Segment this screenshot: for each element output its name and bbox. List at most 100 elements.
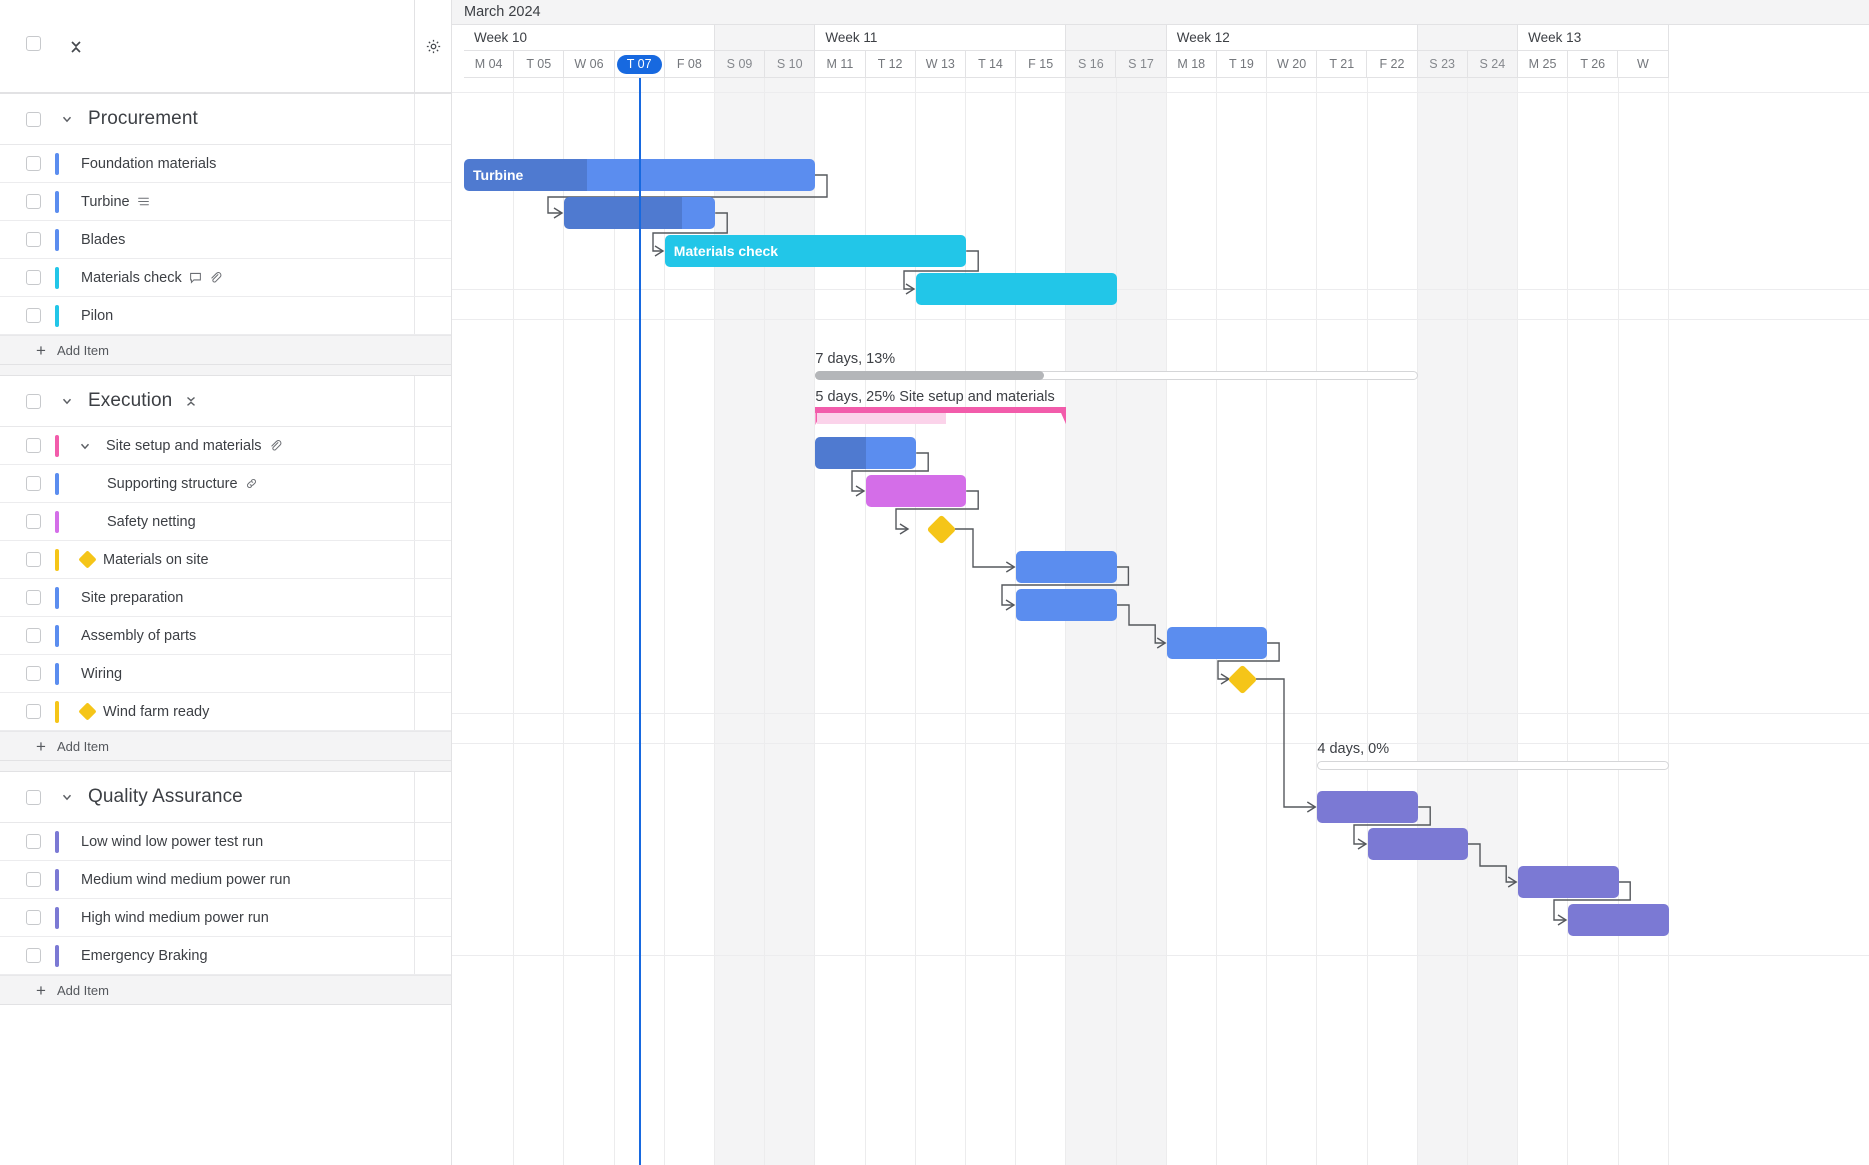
gantt-bar[interactable] <box>1016 551 1117 583</box>
table-row[interactable]: Pilon <box>0 297 451 335</box>
row-checkbox[interactable] <box>26 628 41 643</box>
row-color-swatch <box>55 586 59 609</box>
day-header-cell[interactable]: T 07 <box>614 51 665 78</box>
gantt-bar[interactable]: Materials check <box>664 235 966 267</box>
table-row[interactable]: Wiring <box>0 655 451 693</box>
day-header-cell[interactable]: S 24 <box>1467 51 1518 78</box>
row-checkbox[interactable] <box>26 476 41 491</box>
table-row[interactable]: Wind farm ready <box>0 693 451 731</box>
group-header[interactable]: Quality Assurance <box>0 771 451 823</box>
notes-icon[interactable] <box>137 195 150 208</box>
gantt-bar[interactable] <box>1317 791 1418 823</box>
row-checkbox[interactable] <box>26 910 41 925</box>
gantt-bar[interactable] <box>865 475 966 507</box>
table-row[interactable]: Foundation materials <box>0 145 451 183</box>
table-row[interactable]: Supporting structure <box>0 465 451 503</box>
timeline-pane[interactable]: March 2024 Week 10 Week 11 Week 12 Week 13 … <box>452 0 1869 1165</box>
day-header-cell[interactable]: M 18 <box>1166 51 1217 78</box>
gantt-bar[interactable] <box>815 437 916 469</box>
gantt-bar[interactable] <box>1568 904 1669 936</box>
table-row[interactable]: Blades <box>0 221 451 259</box>
group-checkbox[interactable] <box>26 111 41 127</box>
day-header-cell[interactable]: W <box>1618 51 1669 78</box>
table-row[interactable]: Site setup and materials <box>0 427 451 465</box>
day-header-cell[interactable]: T 26 <box>1568 51 1619 78</box>
gantt-bar[interactable] <box>915 273 1117 305</box>
group-header[interactable]: Execution <box>0 375 451 427</box>
collapse-all-icon[interactable] <box>68 35 84 57</box>
group-collapse-icon[interactable] <box>184 392 198 410</box>
day-header-cell[interactable]: M 25 <box>1517 51 1569 78</box>
row-checkbox[interactable] <box>26 552 41 567</box>
day-header-cell[interactable]: T 19 <box>1216 51 1267 78</box>
timeline-body[interactable]: Turbine Materials check 7 days, 13% 5 days,… <box>452 78 1869 1165</box>
gear-icon[interactable] <box>414 0 451 93</box>
day-header-cell[interactable]: S 16 <box>1066 51 1117 78</box>
summary-label: 5 days, 25% Site setup and materials <box>815 389 1055 405</box>
day-header-cell[interactable]: W 13 <box>915 51 966 78</box>
add-item-button[interactable]: + Add Item <box>0 975 451 1005</box>
row-checkbox[interactable] <box>26 590 41 605</box>
gantt-bar[interactable] <box>1166 627 1268 659</box>
row-checkbox[interactable] <box>26 704 41 719</box>
table-row[interactable]: Low wind low power test run <box>0 823 451 861</box>
select-all-checkbox[interactable] <box>26 36 41 56</box>
milestone-diamond-icon <box>78 550 97 569</box>
group-checkbox[interactable] <box>26 393 41 409</box>
day-header-cell[interactable]: T 14 <box>965 51 1017 78</box>
row-checkbox[interactable] <box>26 308 41 323</box>
table-row[interactable]: Materials on site <box>0 541 451 579</box>
day-header-cell[interactable]: M 11 <box>815 51 866 78</box>
table-row[interactable]: High wind medium power run <box>0 899 451 937</box>
day-header-cell[interactable]: T 12 <box>865 51 916 78</box>
summary-bracket-bar[interactable] <box>815 407 1067 427</box>
gantt-bar[interactable] <box>1016 589 1117 621</box>
table-row[interactable]: Medium wind medium power run <box>0 861 451 899</box>
plus-icon: + <box>36 980 46 1000</box>
row-checkbox[interactable] <box>26 438 41 453</box>
day-header-cell[interactable]: W 06 <box>564 51 615 78</box>
gantt-bar[interactable] <box>1518 866 1619 898</box>
table-row[interactable]: Safety netting <box>0 503 451 541</box>
gantt-bar[interactable] <box>1367 828 1468 860</box>
day-header-cell[interactable]: T 05 <box>514 51 565 78</box>
row-checkbox[interactable] <box>26 872 41 887</box>
row-checkbox[interactable] <box>26 666 41 681</box>
attachment-icon[interactable] <box>209 271 222 284</box>
day-header-cell[interactable]: S 23 <box>1417 51 1468 78</box>
day-header-cell[interactable]: S 10 <box>765 51 816 78</box>
day-header-cell[interactable]: F 22 <box>1367 51 1418 78</box>
table-row[interactable]: Emergency Braking <box>0 937 451 975</box>
day-header-cell[interactable]: S 09 <box>714 51 766 78</box>
day-header-cell[interactable]: W 20 <box>1267 51 1318 78</box>
add-item-button[interactable]: + Add Item <box>0 335 451 365</box>
row-label-text: Wind farm ready <box>103 703 210 720</box>
row-checkbox[interactable] <box>26 514 41 529</box>
day-header-cell[interactable]: S 17 <box>1116 51 1167 78</box>
day-header-cell[interactable]: F 08 <box>664 51 715 78</box>
row-checkbox[interactable] <box>26 156 41 171</box>
group-expand-chevron-icon[interactable] <box>60 790 74 804</box>
row-expand-chevron-icon[interactable] <box>78 439 92 453</box>
row-checkbox[interactable] <box>26 948 41 963</box>
day-header-cell[interactable]: T 21 <box>1317 51 1368 78</box>
comment-icon[interactable] <box>189 271 202 284</box>
row-checkbox[interactable] <box>26 270 41 285</box>
row-checkbox[interactable] <box>26 834 41 849</box>
group-expand-chevron-icon[interactable] <box>60 394 74 408</box>
link-icon[interactable] <box>245 477 258 490</box>
group-header[interactable]: Procurement <box>0 93 451 145</box>
day-header-cell[interactable]: M 04 <box>464 51 515 78</box>
table-row[interactable]: Turbine <box>0 183 451 221</box>
day-header-cell[interactable]: F 15 <box>1016 51 1067 78</box>
row-checkbox[interactable] <box>26 194 41 209</box>
table-row[interactable]: Assembly of parts <box>0 617 451 655</box>
add-item-button[interactable]: + Add Item <box>0 731 451 761</box>
row-checkbox[interactable] <box>26 232 41 247</box>
timeline-row-separator <box>452 92 1869 93</box>
table-row[interactable]: Materials check <box>0 259 451 297</box>
attachment-icon[interactable] <box>269 439 282 452</box>
group-expand-chevron-icon[interactable] <box>60 112 74 126</box>
group-checkbox[interactable] <box>26 789 41 805</box>
table-row[interactable]: Site preparation <box>0 579 451 617</box>
